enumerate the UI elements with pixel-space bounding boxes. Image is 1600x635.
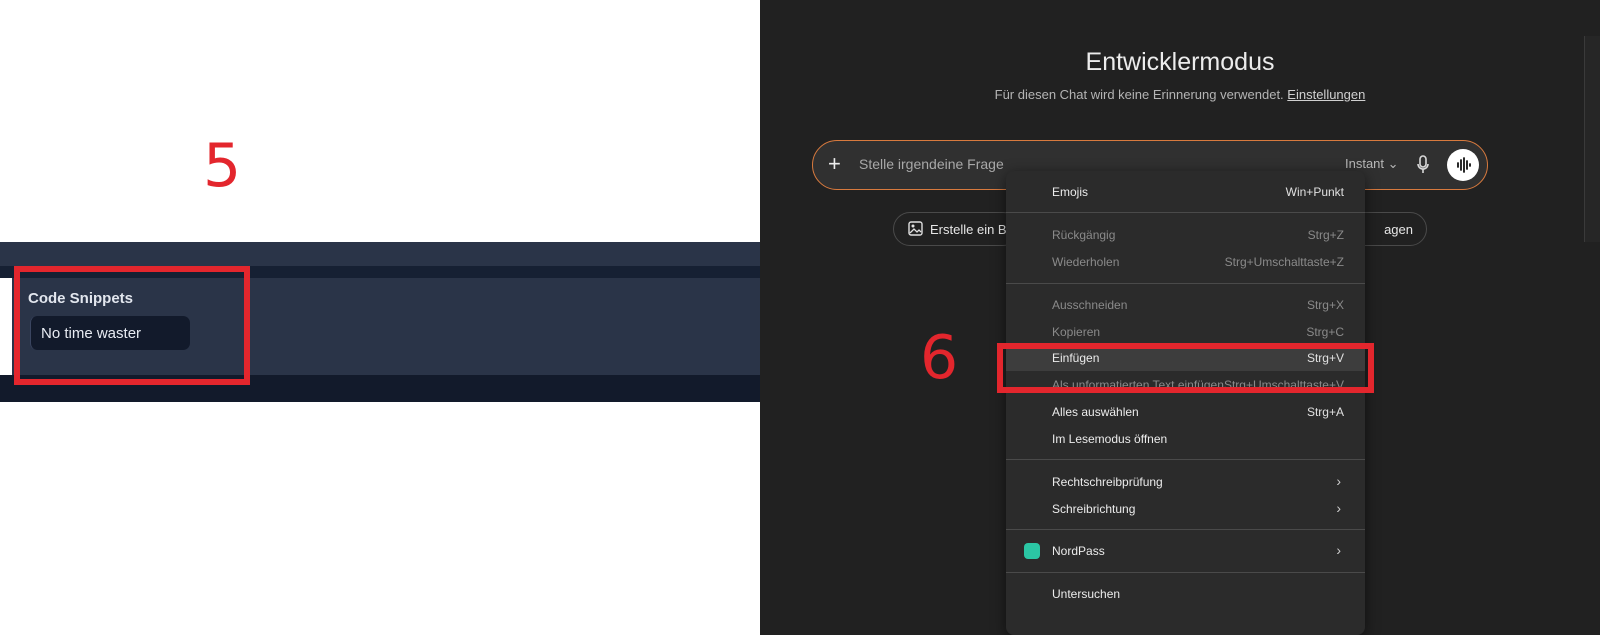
chevron-right-icon: › (1336, 473, 1341, 489)
highlight-box-step-6 (997, 343, 1374, 393)
menu-item-undo[interactable]: Rückgängig Strg+Z (1006, 222, 1365, 248)
window-edge (1584, 36, 1600, 242)
chevron-right-icon: › (1336, 542, 1341, 558)
menu-item-label: Rückgängig (1052, 228, 1116, 242)
context-menu: Emojis Win+Punkt Rückgängig Strg+Z Wiede… (1006, 171, 1365, 635)
image-icon (908, 221, 923, 236)
left-screenshot: 5 Code Snippets No time waster (0, 0, 760, 635)
menu-item-shortcut: Strg+X (1306, 298, 1344, 312)
voice-waveform-icon (1457, 157, 1471, 173)
memory-notice-text: Für diesen Chat wird keine Erinnerung ve… (994, 87, 1284, 102)
menu-item-select-all[interactable]: Alles auswählen Strg+A (1006, 399, 1365, 425)
menu-item-label: Kopieren (1052, 325, 1101, 339)
menu-item-shortcut: Strg+C (1306, 325, 1344, 339)
step-number-5: 5 (203, 131, 242, 201)
menu-item-reader-mode[interactable]: Im Lesemodus öffnen (1006, 426, 1365, 452)
menu-item-label: Emojis (1052, 185, 1089, 199)
plus-icon[interactable]: + (828, 151, 841, 177)
menu-item-label: Ausschneiden (1052, 298, 1128, 312)
menu-item-label: Alles auswählen (1052, 405, 1139, 419)
menu-separator (1006, 572, 1365, 573)
menu-item-shortcut: Strg+Z (1307, 228, 1344, 242)
menu-item-label: Im Lesemodus öffnen (1052, 432, 1168, 446)
menu-item-shortcut: Win+Punkt (1285, 185, 1344, 199)
step-number-6: 6 (920, 323, 959, 393)
menu-item-emojis[interactable]: Emojis Win+Punkt (1006, 179, 1365, 205)
menu-separator (1006, 283, 1365, 284)
menu-item-shortcut: Strg+A (1306, 405, 1344, 419)
menu-item-spellcheck[interactable]: Rechtschreibprüfung › (1006, 469, 1365, 495)
menu-item-label: Schreibrichtung (1052, 502, 1136, 516)
menu-item-label: Rechtschreibprüfung (1052, 475, 1163, 489)
microphone-icon[interactable] (1416, 155, 1430, 175)
model-selector[interactable]: Instant ⌄ (1345, 156, 1399, 172)
create-image-chip-label: Erstelle ein Bil (930, 222, 1013, 237)
menu-item-label: Untersuchen (1052, 587, 1121, 601)
menu-separator (1006, 212, 1365, 213)
prompt-input[interactable]: Stelle irgendeine Frage (859, 156, 1004, 172)
nordpass-icon (1024, 543, 1040, 559)
highlight-box-step-5 (14, 266, 250, 385)
menu-item-label: Wiederholen (1052, 255, 1120, 269)
chevron-down-icon: ⌄ (1387, 156, 1399, 171)
voice-mode-button[interactable] (1447, 149, 1479, 181)
menu-item-shortcut: Strg+Umschalttaste+Z (1224, 255, 1344, 269)
memory-notice: Für diesen Chat wird keine Erinnerung ve… (760, 87, 1600, 102)
menu-item-copy[interactable]: Kopieren Strg+C (1006, 319, 1365, 345)
suggestion-chip-label: agen (1384, 222, 1413, 237)
menu-item-redo[interactable]: Wiederholen Strg+Umschalttaste+Z (1006, 249, 1365, 275)
create-image-chip[interactable]: Erstelle ein Bil (893, 212, 1020, 246)
settings-link[interactable]: Einstellungen (1287, 87, 1365, 102)
menu-separator (1006, 529, 1365, 530)
menu-item-label: NordPass (1052, 544, 1105, 558)
chevron-right-icon: › (1336, 500, 1341, 516)
page-title: Entwicklermodus (1085, 48, 1275, 76)
model-selector-label: Instant (1345, 156, 1385, 171)
menu-item-cut[interactable]: Ausschneiden Strg+X (1006, 292, 1365, 318)
menu-separator (1006, 459, 1365, 460)
right-screenshot: Entwicklermodus Für diesen Chat wird kei… (760, 0, 1600, 635)
menu-item-inspect[interactable]: Untersuchen (1006, 581, 1365, 607)
top-band (0, 242, 760, 266)
menu-item-writing-direction[interactable]: Schreibrichtung › (1006, 496, 1365, 522)
menu-item-nordpass[interactable]: NordPass › (1006, 538, 1365, 564)
